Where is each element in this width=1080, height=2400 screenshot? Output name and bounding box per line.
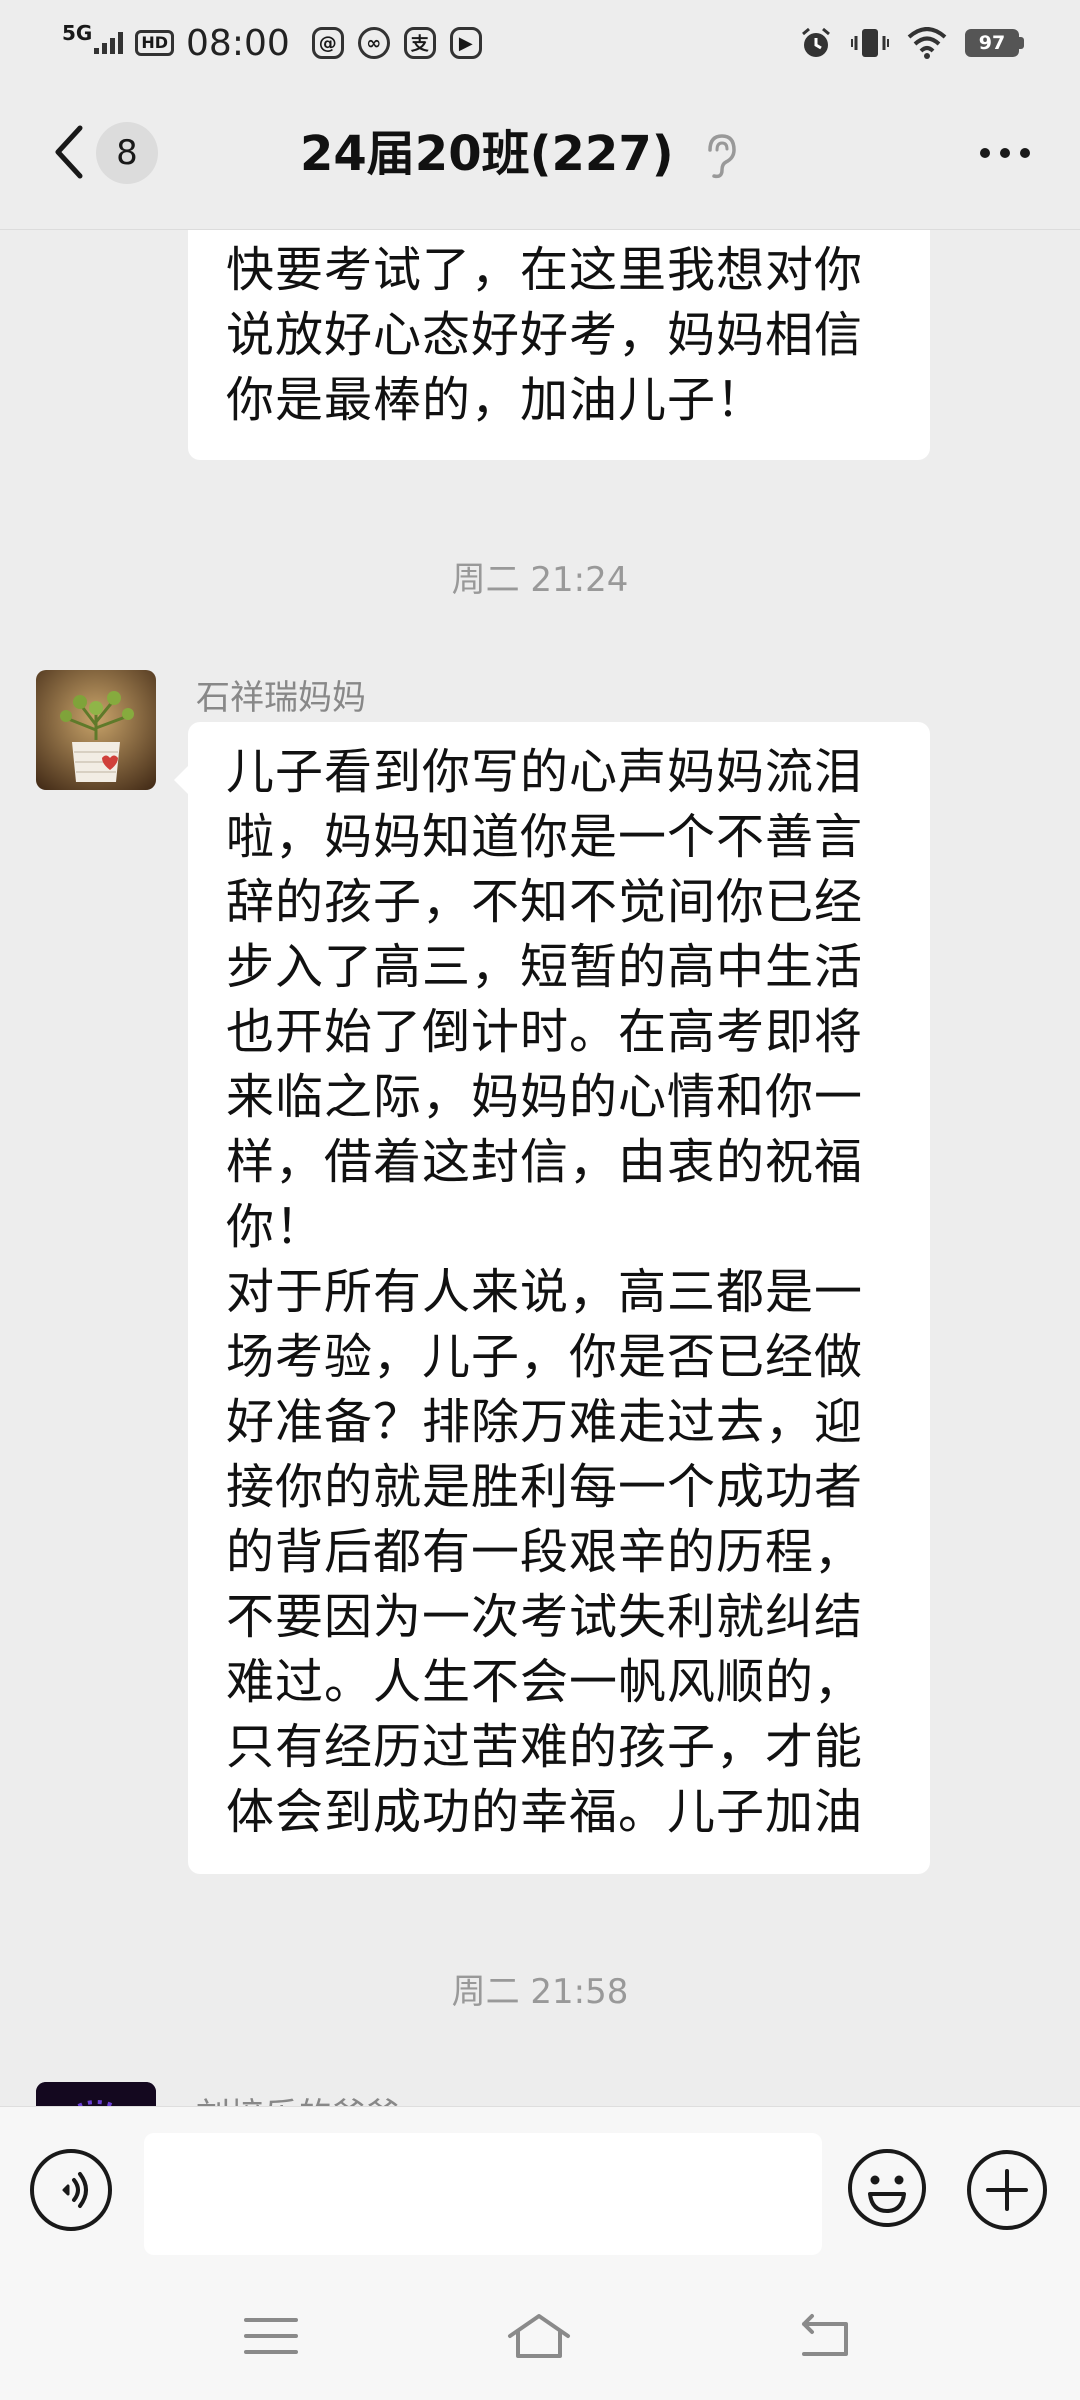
menu-icon (244, 2318, 298, 2354)
battery-icon: 97 (965, 29, 1024, 57)
more-dot (980, 148, 990, 158)
back-button[interactable] (44, 122, 94, 182)
wifi-icon (907, 27, 947, 59)
ear-icon (708, 134, 736, 179)
alarm-icon (802, 27, 830, 57)
nav-back-button[interactable] (790, 2306, 860, 2366)
chat-header: 8 24届20班(227) (0, 88, 1080, 230)
message-input[interactable] (144, 2133, 822, 2255)
video-icon: ▶ (449, 27, 482, 59)
plant-avatar-image (36, 670, 156, 790)
plus-icon (967, 2150, 1047, 2230)
link-icon: ∞ (357, 27, 390, 59)
unread-count-badge[interactable]: 8 (96, 122, 158, 184)
avatar[interactable] (36, 2082, 156, 2106)
message-timestamp: 周二 21:24 (451, 560, 629, 600)
message-list[interactable]: 快要考试了，在这里我想对你 说放好心态好好考，妈妈相信 你是最棒的，加油儿子！ … (0, 230, 1080, 2106)
system-nav-bar (0, 2280, 1080, 2400)
avatar[interactable] (36, 670, 156, 790)
chat-title[interactable]: 24届20班(227) (300, 124, 700, 184)
more-options-button[interactable] (970, 128, 1040, 178)
emoji-button[interactable] (846, 2147, 928, 2229)
status-time: 08:00 (186, 22, 290, 64)
header-divider (0, 229, 1080, 230)
more-dot (1020, 148, 1030, 158)
nav-home-button[interactable] (504, 2306, 574, 2366)
vibrate-icon (851, 29, 889, 57)
battery-level: 97 (965, 29, 1019, 57)
message-icon: @ (311, 27, 344, 59)
hd-badge: HD (135, 30, 175, 56)
smiley-icon (848, 2149, 926, 2227)
sender-name: 石祥瑞妈妈 (196, 678, 366, 718)
message-timestamp: 周二 21:58 (451, 1972, 629, 2012)
dark-avatar-image (36, 2082, 156, 2106)
nav-menu-button[interactable] (236, 2306, 306, 2366)
status-bar: 5G HD 08:00 @ ∞ 支 ▶ 97 (0, 0, 1080, 88)
input-bar (0, 2106, 1080, 2281)
message-bubble-previous[interactable]: 快要考试了，在这里我想对你 说放好心态好好考，妈妈相信 你是最棒的，加油儿子！ (188, 230, 930, 460)
sender-name: 刘培乐的爸爸 (196, 2088, 400, 2106)
home-icon (508, 2314, 570, 2358)
voice-input-button[interactable] (30, 2149, 112, 2231)
chevron-left-icon (55, 125, 83, 179)
more-dot (1000, 148, 1010, 158)
more-functions-button[interactable] (964, 2147, 1050, 2233)
message-bubble[interactable]: 儿子看到你写的心声妈妈流泪 啦，妈妈知道你是一个不善言 辞的孩子，不知不觉间你已… (174, 722, 930, 1874)
network-type: 5G (62, 21, 93, 45)
signal-icon (94, 32, 124, 54)
alipay-icon: 支 (403, 27, 436, 59)
voice-icon (62, 2172, 88, 2208)
return-icon (802, 2314, 848, 2356)
